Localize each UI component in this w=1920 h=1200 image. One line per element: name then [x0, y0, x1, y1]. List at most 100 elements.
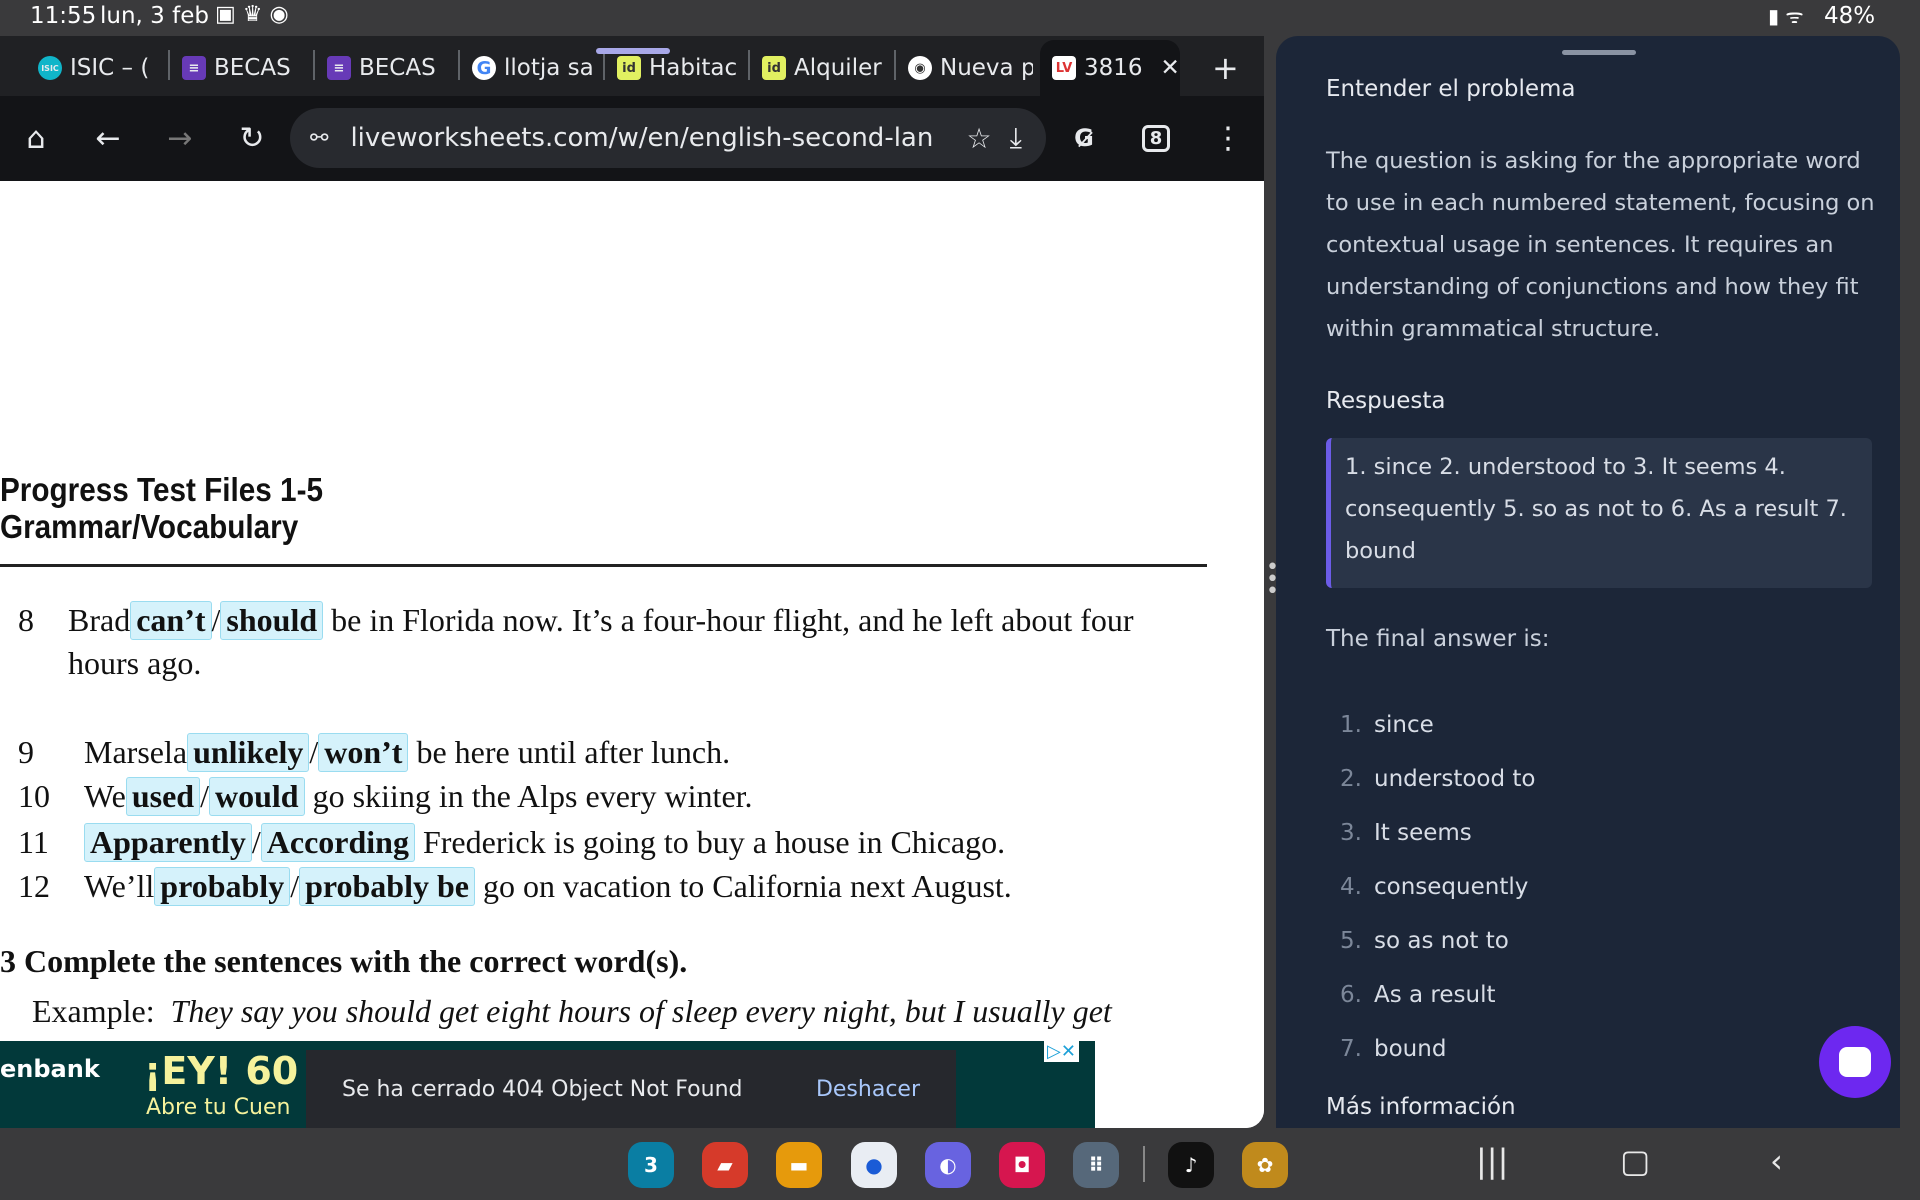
answer-list-item: 4. consequently: [1340, 874, 1528, 900]
game-icon[interactable]: ✿: [1242, 1142, 1288, 1188]
tab-2[interactable]: ≡ BECAS: [327, 46, 452, 90]
snackbar: Se ha cerrado 404 Object Not Found Desha…: [306, 1050, 956, 1128]
new-tab-button[interactable]: +: [1212, 46, 1239, 90]
google-icon: G: [472, 56, 496, 80]
wifi-icon: ▮ ᯤ: [1768, 4, 1804, 28]
option-b[interactable]: According: [260, 823, 415, 862]
tab-separator: [458, 50, 460, 80]
tab-group-indicator: [596, 48, 670, 54]
answer-box: 1. since 2. understood to 3. It seems 4.…: [1326, 438, 1872, 588]
notes-icon[interactable]: ▰: [702, 1142, 748, 1188]
option-a[interactable]: unlikely: [187, 733, 310, 772]
tab-0[interactable]: ISIC ISIC – (: [38, 46, 163, 90]
slash: /: [200, 778, 209, 814]
translate-icon[interactable]: G̷: [1060, 114, 1108, 162]
item-number: 11: [18, 824, 49, 860]
item-text: be here until after lunch.: [408, 734, 731, 770]
tiktok-icon[interactable]: ♪: [1168, 1142, 1214, 1188]
drag-handle[interactable]: [1562, 50, 1636, 55]
item-text: We’ll: [84, 868, 155, 904]
worksheet-subtitle: Grammar/Vocabulary: [0, 508, 299, 545]
close-tab-icon[interactable]: ✕: [1161, 55, 1180, 81]
undo-button[interactable]: Deshacer: [816, 1077, 920, 1102]
tab-separator: [748, 50, 750, 80]
option-b[interactable]: would: [208, 777, 305, 816]
ad-subtext: Abre tu Cuen: [146, 1095, 291, 1120]
answer-list-item: 7. bound: [1340, 1036, 1446, 1062]
list-text: since: [1374, 712, 1434, 738]
more-info-heading[interactable]: Más información: [1326, 1094, 1516, 1120]
answer-list-item: 6. As a result: [1340, 982, 1496, 1008]
more-menu-icon[interactable]: ⋮: [1204, 114, 1252, 162]
forms-icon: ≡: [327, 56, 351, 80]
tab-separator: [894, 50, 896, 80]
tab-separator: [603, 50, 605, 80]
answer-panel: Entender el problema The question is ask…: [1276, 36, 1900, 1128]
home-nav-icon[interactable]: ▢: [1620, 1142, 1650, 1180]
tab-3[interactable]: Gllotja sa: [472, 46, 597, 90]
item-text: be in Florida now. It’s a four-hour flig…: [323, 602, 1134, 638]
tab-switcher-button[interactable]: 8: [1132, 114, 1180, 162]
list-text: so as not to: [1374, 928, 1509, 954]
reload-icon[interactable]: ↻: [228, 114, 276, 162]
download-icon[interactable]: ⤓: [1010, 121, 1022, 155]
list-number: 6.: [1340, 982, 1362, 1008]
chat-button[interactable]: [1819, 1026, 1891, 1098]
tab-7[interactable]: LV 3816 ✕: [1052, 46, 1182, 90]
option-a[interactable]: probably: [154, 867, 291, 906]
answer-list-item: 5. so as not to: [1340, 928, 1509, 954]
item-text: go on vacation to California next August…: [474, 868, 1012, 904]
item-text: Frederick is going to buy a house in Chi…: [414, 824, 1006, 860]
tab-5[interactable]: id Alquiler: [762, 46, 887, 90]
option-b[interactable]: won’t: [318, 733, 409, 772]
item-text: go skiing in the Alps every winter.: [304, 778, 753, 814]
browser-toolbar: ⌂ ← → ↻ ⚯ liveworksheets.com/w/en/englis…: [0, 96, 1264, 181]
list-number: 1.: [1340, 712, 1362, 738]
idealista-icon: id: [762, 56, 786, 80]
option-a[interactable]: used: [125, 777, 201, 816]
taskbar: 3 ▰ ▬ ● ◐ ◘ ⠿ ♪ ✿ ||| ▢ ‹: [0, 1128, 1920, 1200]
list-text: It seems: [1374, 820, 1472, 846]
exercise-item: 10 We used / would go skiing in the Alps eve…: [18, 777, 753, 816]
bookmark-star-icon[interactable]: ☆: [967, 122, 992, 155]
files-icon[interactable]: ▬: [776, 1142, 822, 1188]
example-text: They say you should get eight hours of s…: [170, 993, 1112, 1029]
item-text: We: [84, 778, 126, 814]
address-bar[interactable]: ⚯ liveworksheets.com/w/en/english-second…: [290, 108, 1046, 168]
exercise-item: 9 Marsela unlikely / won’t be here until aft…: [18, 733, 730, 772]
forward-icon[interactable]: →: [156, 114, 204, 162]
list-text: understood to: [1374, 766, 1536, 792]
exercise-item: 8 Brad can’t / should be in Florida now. It’…: [18, 601, 1134, 640]
url-text[interactable]: liveworksheets.com/w/en/english-second-l…: [350, 123, 933, 153]
notification-icons: ▣ ♛ ◉: [215, 2, 289, 27]
example-line: Example: They say you should get eight h…: [32, 993, 1112, 1029]
camera-icon[interactable]: ◘: [999, 1142, 1045, 1188]
option-a[interactable]: can’t: [130, 601, 212, 640]
tab-1[interactable]: ≡ BECAS: [182, 46, 307, 90]
back-nav-icon[interactable]: ‹: [1770, 1142, 1783, 1180]
tab-6[interactable]: ◉ Nueva p: [908, 46, 1033, 90]
apps-grid-icon[interactable]: ⠿: [1073, 1142, 1119, 1188]
explanation-text: The question is asking for the appropria…: [1326, 148, 1875, 342]
section-heading: 3 Complete the sentences with the correc…: [0, 943, 688, 979]
option-a[interactable]: Apparently: [84, 823, 252, 862]
option-b[interactable]: should: [220, 601, 324, 640]
taskbar-divider: [1143, 1146, 1145, 1182]
tab-separator: [313, 50, 315, 80]
ad-close-icon[interactable]: ▷✕: [1044, 1041, 1079, 1062]
messages-icon[interactable]: ●: [851, 1142, 897, 1188]
internet-icon[interactable]: ◐: [925, 1142, 971, 1188]
list-text: consequently: [1374, 874, 1529, 900]
recents-icon[interactable]: |||: [1476, 1142, 1508, 1180]
tab-title: 3816: [1084, 55, 1143, 81]
home-icon[interactable]: ⌂: [12, 114, 60, 162]
list-number: 7.: [1340, 1036, 1362, 1062]
calendar-icon[interactable]: 3: [628, 1142, 674, 1188]
site-settings-icon[interactable]: ⚯: [310, 126, 328, 151]
back-icon[interactable]: ←: [84, 114, 132, 162]
divider: [0, 564, 1207, 567]
option-b[interactable]: probably be: [299, 867, 475, 906]
slash: /: [290, 868, 300, 904]
ad-headline: ¡EY! 60: [144, 1049, 299, 1093]
list-number: 5.: [1340, 928, 1362, 954]
